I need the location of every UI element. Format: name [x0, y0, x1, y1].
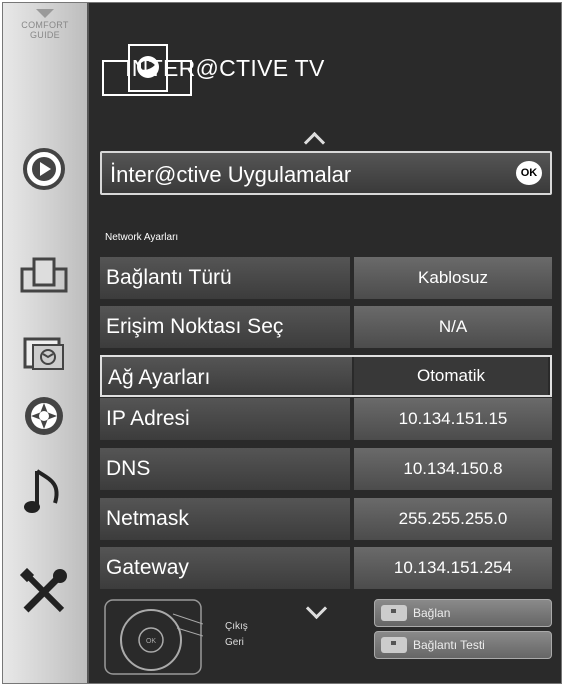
setting-value[interactable]: 255.255.255.0 [354, 498, 552, 540]
comfort-guide-label: COMFORT GUIDE [21, 20, 69, 40]
setting-label-box: Bağlantı Türü [100, 257, 350, 299]
setting-label-box: Gateway [100, 547, 350, 589]
setting-row-network-settings[interactable]: Ağ Ayarları Otomatik [100, 355, 552, 397]
setting-row-access-point[interactable]: Erişim Noktası Seç N/A [100, 306, 552, 348]
connection-test-button[interactable]: Bağlantı Testi [374, 631, 552, 659]
ok-badge: OK [516, 161, 542, 185]
tools-icon[interactable] [13, 565, 75, 621]
remote-ok-label: OK [146, 638, 156, 645]
connection-test-button-label: Bağlantı Testi [413, 638, 485, 652]
setting-row-dns[interactable]: DNS 10.134.150.8 [100, 448, 552, 490]
comfort-guide[interactable]: COMFORT GUIDE [15, 9, 75, 40]
setting-value[interactable]: Kablosuz [354, 257, 552, 299]
music-icon[interactable] [13, 465, 75, 521]
remote-diagram: OK [103, 598, 204, 676]
setting-label-box: Ağ Ayarları [102, 357, 352, 395]
page-title: INTER@CTIVE TV [125, 55, 325, 81]
setting-label: Erişim Noktası Seç [106, 315, 284, 338]
connect-button[interactable]: Bağlan [374, 599, 552, 627]
setting-label: IP Adresi [106, 407, 190, 430]
setting-label: Bağlantı Türü [106, 266, 232, 289]
setting-row-connection-type[interactable]: Bağlantı Türü Kablosuz [100, 257, 552, 299]
connect-button-label: Bağlan [413, 606, 451, 620]
gallery-icon[interactable] [13, 325, 75, 381]
media-icon[interactable] [13, 388, 75, 444]
play-icon[interactable] [13, 141, 75, 197]
scroll-down-icon[interactable] [305, 607, 327, 617]
remote-key-icon [381, 605, 407, 621]
setting-label: Ağ Ayarları [108, 366, 211, 389]
setting-value[interactable]: 10.134.151.15 [354, 398, 552, 440]
setting-value[interactable]: N/A [354, 306, 552, 348]
setting-row-ip-address[interactable]: IP Adresi 10.134.151.15 [100, 398, 552, 440]
section-title: Network Ayarları [105, 232, 179, 243]
setting-value[interactable]: Otomatik [354, 357, 548, 395]
remote-key-icon [381, 637, 407, 653]
sidebar: COMFORT GUIDE [3, 3, 89, 683]
scroll-up-icon[interactable] [303, 133, 325, 143]
interactive-apps-label: İnter@ctive Uygulamalar [110, 162, 352, 187]
setting-value[interactable]: 10.134.150.8 [354, 448, 552, 490]
setting-value[interactable]: 10.134.151.254 [354, 547, 552, 589]
chevron-down-icon [36, 9, 54, 18]
setting-label: Gateway [106, 556, 189, 579]
legend-exit: Çıkış [225, 621, 248, 632]
setting-row-netmask[interactable]: Netmask 255.255.255.0 [100, 498, 552, 540]
setting-label-box: Netmask [100, 498, 350, 540]
setting-label: Netmask [106, 507, 189, 530]
setting-label-box: Erişim Noktası Seç [100, 306, 350, 348]
legend-back: Geri [225, 637, 244, 648]
setting-row-gateway[interactable]: Gateway 10.134.151.254 [100, 547, 552, 589]
tv-menu-frame: COMFORT GUIDE INTER@CTIVE TV İnter@ctive… [2, 2, 562, 684]
setting-label: DNS [106, 457, 151, 480]
setting-label-box: IP Adresi [100, 398, 350, 440]
setting-label-box: DNS [100, 448, 350, 490]
apps-icon[interactable] [13, 247, 75, 303]
interactive-apps-row[interactable]: İnter@ctive Uygulamalar OK [100, 151, 552, 195]
